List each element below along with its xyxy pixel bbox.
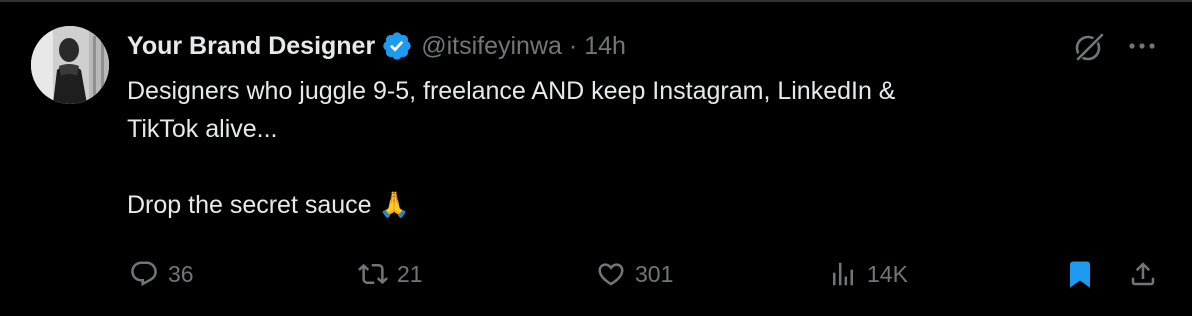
- divider: [0, 0, 1192, 2]
- bookmark-icon: [1070, 261, 1090, 288]
- reply-count: 36: [168, 260, 194, 287]
- like-icon: [598, 263, 624, 286]
- tweet-text: Designers who juggle 9-5, freelance AND …: [127, 72, 1107, 224]
- bookmark-button[interactable]: [1065, 252, 1104, 296]
- share-button[interactable]: [1128, 252, 1167, 296]
- tweet-header: Your Brand Designer @itsifeyinwa · 14h: [127, 28, 626, 64]
- like-button[interactable]: 301: [596, 252, 673, 296]
- avatar[interactable]: [31, 26, 109, 104]
- timestamp[interactable]: 14h: [584, 32, 626, 61]
- reply-button[interactable]: 36: [129, 252, 194, 296]
- avatar-image: [31, 26, 109, 104]
- more-icon[interactable]: [1124, 36, 1160, 56]
- tweet-text-line: TikTok alive...: [127, 115, 278, 143]
- author-handle[interactable]: @itsifeyinwa: [421, 32, 562, 61]
- views-count: 14K: [867, 260, 908, 287]
- grok-icon[interactable]: [1072, 30, 1106, 64]
- separator: ·: [568, 31, 578, 60]
- action-bar: 36 21 301 14K: [0, 252, 1192, 296]
- views-icon: [833, 262, 853, 286]
- author-name[interactable]: Your Brand Designer: [127, 32, 375, 61]
- repost-icon: [358, 263, 388, 285]
- share-icon: [1131, 262, 1155, 286]
- verified-badge-icon: [383, 32, 411, 60]
- paragraph-break: [127, 148, 1107, 186]
- repost-count: 21: [397, 260, 423, 287]
- tweet-text-line: Designers who juggle 9-5, freelance AND …: [127, 77, 896, 105]
- reply-icon: [131, 261, 157, 287]
- views-button[interactable]: 14K: [828, 252, 908, 296]
- repost-button[interactable]: 21: [358, 252, 423, 296]
- like-count: 301: [635, 260, 674, 287]
- tweet-text-line: Drop the secret sauce 🙏: [127, 191, 410, 219]
